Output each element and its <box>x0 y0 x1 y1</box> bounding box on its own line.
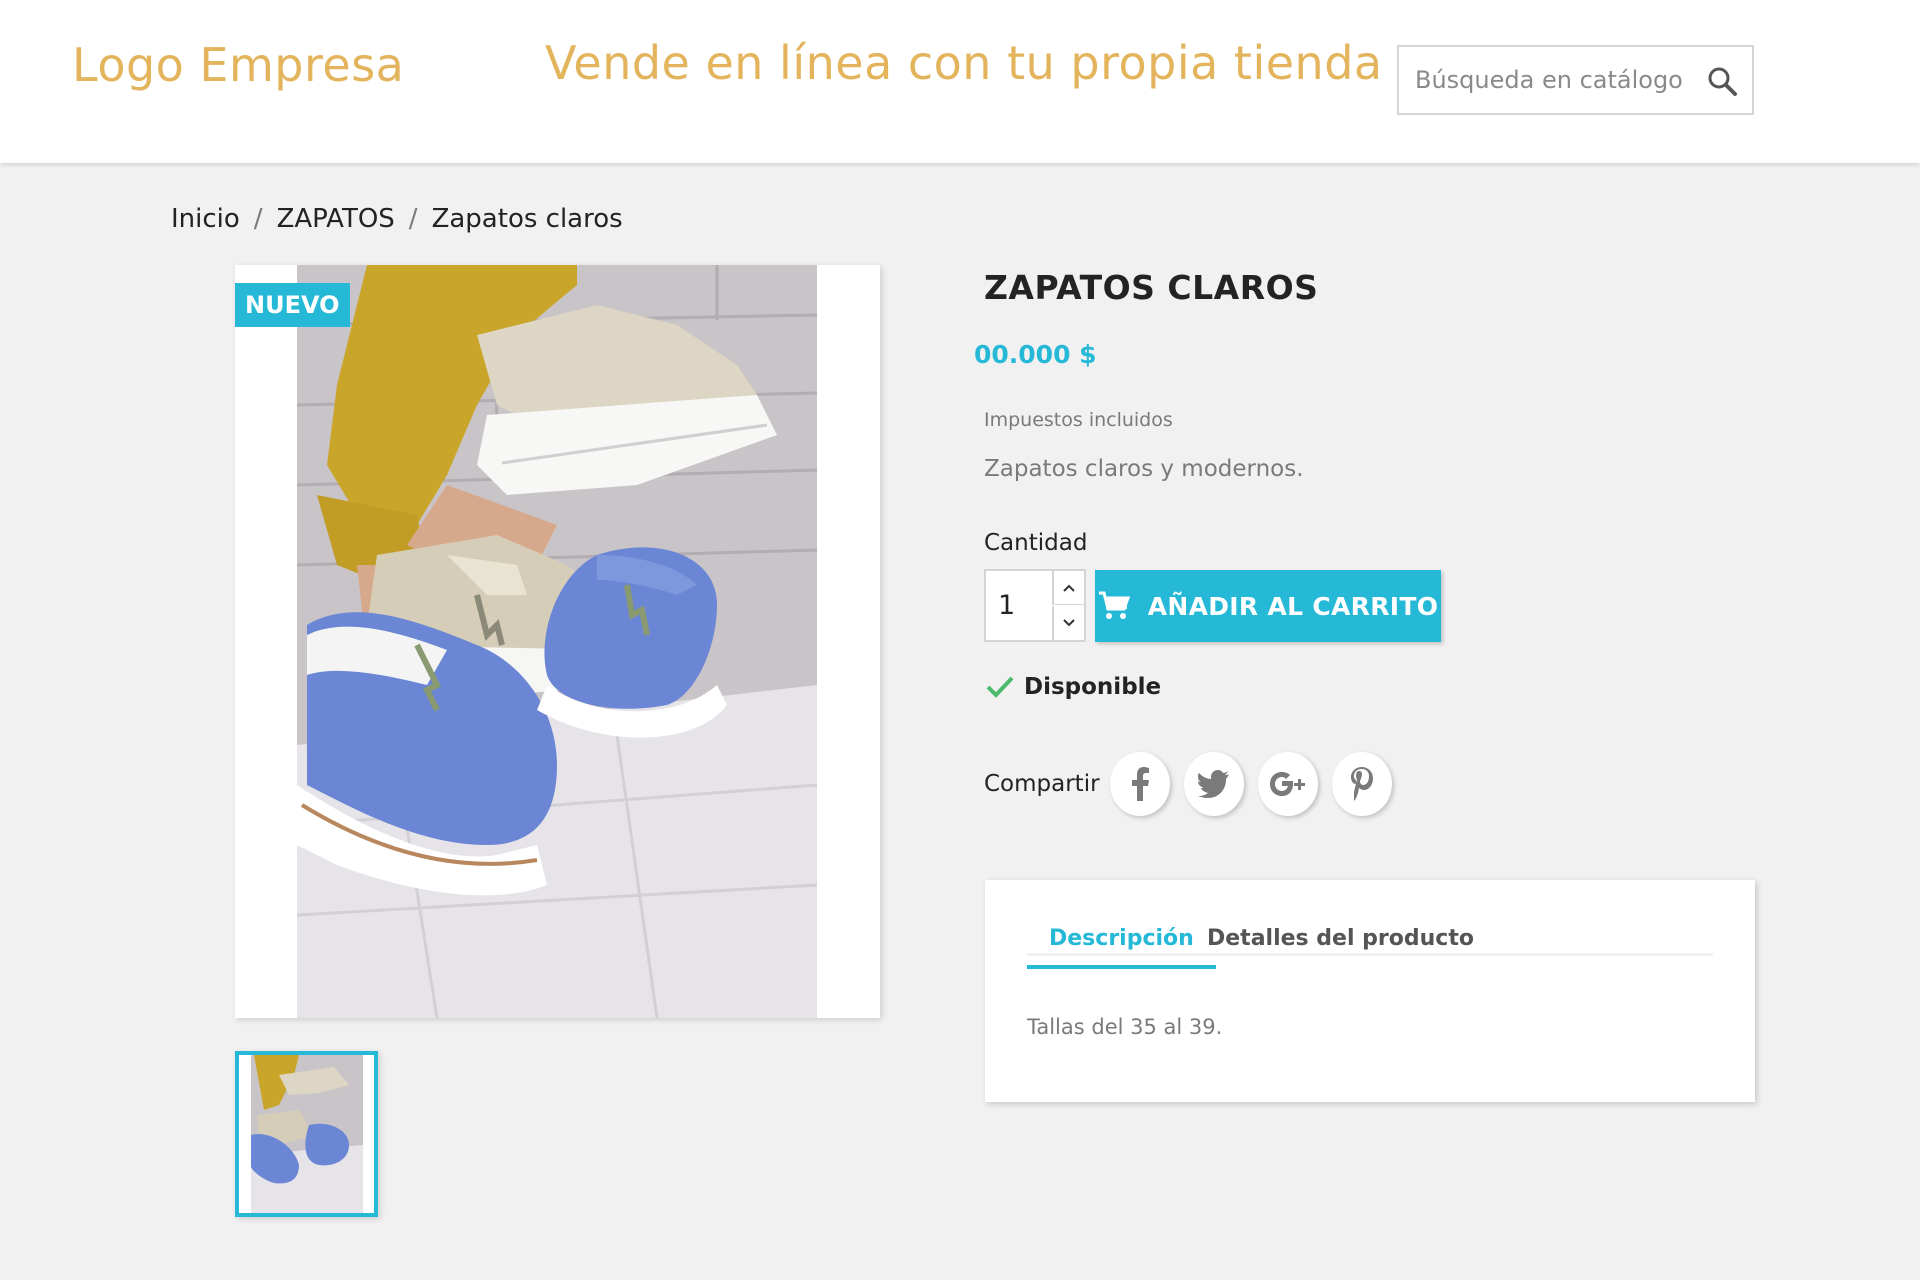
short-description: Zapatos claros y modernos. <box>984 456 1304 482</box>
breadcrumb-separator: / <box>253 204 263 234</box>
product-cover-image[interactable]: NUEVO <box>235 265 880 1018</box>
breadcrumb-home[interactable]: Inicio <box>171 204 240 234</box>
chevron-down-icon <box>1063 619 1075 627</box>
add-to-cart-label: AÑADIR AL CARRITO <box>1147 591 1439 621</box>
search-input[interactable] <box>1399 47 1689 113</box>
site-header: Logo Empresa Vende en línea con tu propi… <box>0 0 1920 163</box>
search-box <box>1397 45 1754 115</box>
product-tabs-panel: Descripción Detalles del producto Tallas… <box>985 880 1755 1102</box>
quantity-label: Cantidad <box>984 530 1088 556</box>
tab-description[interactable]: Descripción <box>1027 926 1216 969</box>
pinterest-share-button[interactable] <box>1331 752 1392 816</box>
social-share: Compartir <box>984 752 1406 816</box>
google-plus-icon <box>1269 772 1305 796</box>
product-price: 00.000 $ <box>974 340 1097 369</box>
tab-content: Tallas del 35 al 39. <box>1027 1015 1223 1039</box>
product-title: ZAPATOS CLAROS <box>984 268 1319 307</box>
breadcrumb-current[interactable]: Zapatos claros <box>432 204 623 234</box>
store-tagline: Vende en línea con tu propia tienda <box>545 36 1383 90</box>
increment-button[interactable] <box>1052 571 1084 605</box>
quantity-stepper <box>984 569 1086 642</box>
quantity-input[interactable] <box>986 571 1052 640</box>
breadcrumb: Inicio / ZAPATOS / Zapatos claros <box>171 204 623 234</box>
add-to-cart-button[interactable]: AÑADIR AL CARRITO <box>1095 570 1441 642</box>
twitter-icon <box>1197 770 1229 798</box>
decrement-button[interactable] <box>1052 606 1084 640</box>
breadcrumb-category[interactable]: ZAPATOS <box>277 204 395 234</box>
google-plus-share-button[interactable] <box>1257 752 1318 816</box>
shoes-thumbnail-photo <box>239 1055 374 1213</box>
shoes-photo <box>297 265 817 1018</box>
tab-product-details[interactable]: Detalles del producto <box>1207 926 1474 965</box>
facebook-share-button[interactable] <box>1109 752 1170 816</box>
availability-label: Disponible <box>1024 674 1162 700</box>
search-icon[interactable] <box>1706 65 1738 97</box>
tax-note: Impuestos incluidos <box>984 409 1173 431</box>
new-badge: NUEVO <box>235 283 350 327</box>
chevron-up-icon <box>1063 584 1075 592</box>
share-label: Compartir <box>984 771 1100 797</box>
tab-bar: Descripción Detalles del producto <box>1027 926 1713 969</box>
breadcrumb-separator: / <box>408 204 418 234</box>
availability-status: Disponible <box>986 674 1161 700</box>
shopping-cart-icon <box>1098 591 1130 619</box>
company-logo[interactable]: Logo Empresa <box>72 38 404 92</box>
facebook-icon <box>1131 767 1149 801</box>
twitter-share-button[interactable] <box>1183 752 1244 816</box>
product-thumbnail[interactable] <box>235 1051 378 1217</box>
pinterest-icon <box>1350 767 1373 801</box>
check-icon <box>986 676 1014 698</box>
